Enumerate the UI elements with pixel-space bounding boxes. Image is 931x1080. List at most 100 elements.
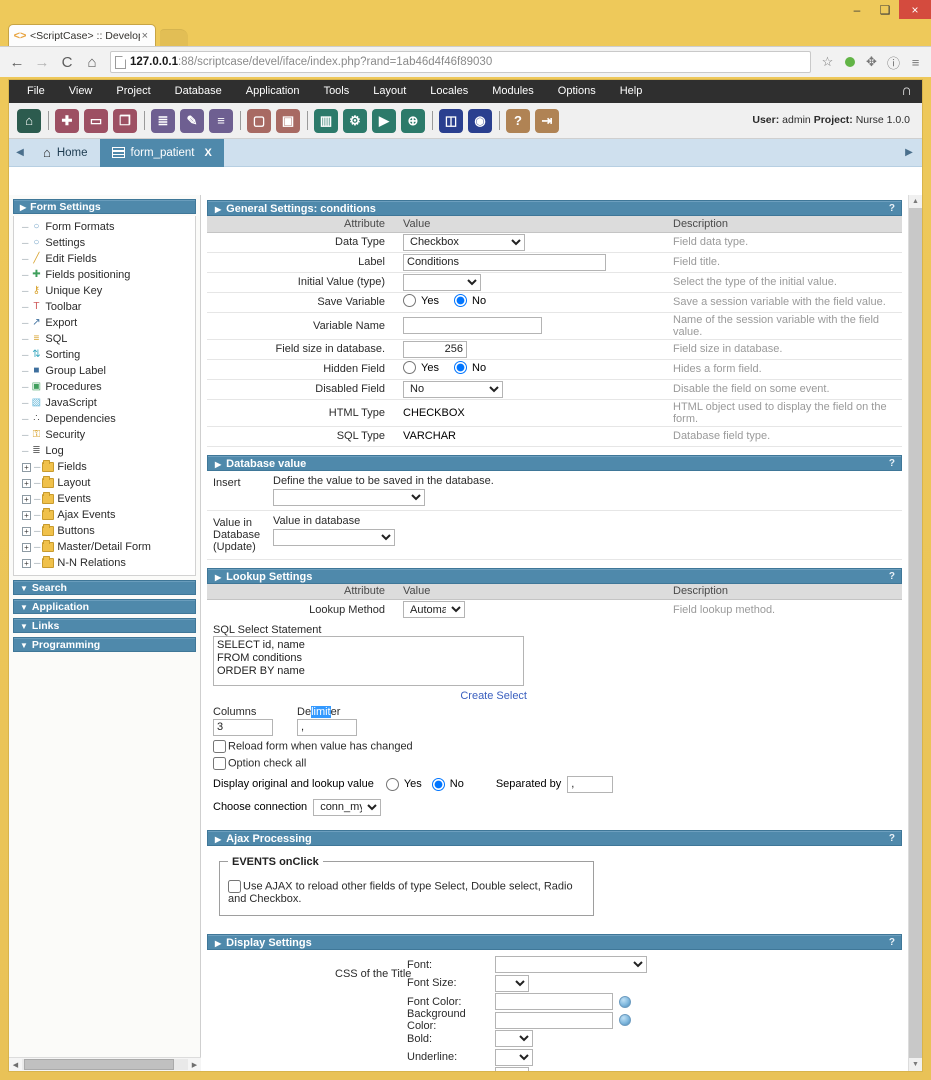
tree-item-form-formats[interactable]: ─ ○ Form Formats	[14, 219, 195, 235]
reload-icon[interactable]: C	[56, 51, 78, 73]
save-variable-no-radio[interactable]	[454, 294, 468, 307]
tree-item-group-label[interactable]: ─ ■ Group Label	[14, 363, 195, 379]
display-settings-header[interactable]: ▶ Display Settings ?	[207, 933, 902, 951]
insert-value-select[interactable]	[273, 488, 425, 506]
new-project-icon[interactable]: ≣	[151, 108, 175, 133]
tree-item-fields-positioning[interactable]: ─ ✚ Fields positioning	[14, 267, 195, 283]
columns-input[interactable]	[213, 718, 273, 736]
hidden-field-yes-radio[interactable]	[403, 361, 416, 374]
connection-select[interactable]: conn_mysql	[313, 798, 382, 816]
expand-plus-icon[interactable]: +	[22, 510, 31, 520]
help-icon[interactable]: ?	[889, 569, 895, 585]
expand-plus-icon[interactable]: +	[22, 494, 31, 504]
sql-select-statement-textarea[interactable]: SELECT id, name FROM conditions ORDER BY…	[213, 635, 524, 686]
sidebar-section-links[interactable]: ▼ Links	[13, 618, 196, 633]
extension-icon[interactable]: ✥	[862, 53, 881, 72]
menu-item-modules[interactable]: Modules	[480, 80, 546, 103]
document-copy-icon[interactable]: ▣	[276, 108, 300, 133]
save-icon[interactable]: ▥	[314, 108, 338, 133]
help-icon[interactable]: ?	[889, 935, 895, 951]
tree-item-unique-key[interactable]: ─ ⚷ Unique Key	[14, 283, 195, 299]
help-icon[interactable]: ?	[889, 456, 895, 472]
scrollbar-track[interactable]	[22, 1059, 188, 1070]
tree-item-events-folder[interactable]: + ─ Events	[14, 491, 195, 507]
tree-item-master-detail-folder[interactable]: + ─ Master/Detail Form	[14, 539, 195, 555]
tree-item-export[interactable]: ─ ↗ Export	[14, 315, 195, 331]
tree-item-fields-folder[interactable]: + ─ Fields	[14, 459, 195, 475]
font-color-input[interactable]	[495, 993, 613, 1011]
menu-item-view[interactable]: View	[57, 80, 105, 103]
hidden-field-no-radio[interactable]	[454, 361, 468, 374]
display-original-no-radio[interactable]	[431, 777, 445, 791]
option-check-all-checkbox[interactable]	[213, 756, 226, 770]
manual-icon[interactable]: ◫	[439, 108, 463, 133]
tree-item-nn-relations-folder[interactable]: + ─ N-N Relations	[14, 555, 195, 571]
logout-icon[interactable]: ⇥	[535, 108, 559, 133]
forward-button[interactable]: →	[31, 51, 53, 73]
field-size-input[interactable]	[403, 340, 467, 358]
menu-item-layout[interactable]: Layout	[361, 80, 418, 103]
scroll-down-icon[interactable]: ▼	[909, 1058, 922, 1071]
delimiter-input[interactable]	[297, 718, 357, 736]
menu-item-file[interactable]: File	[15, 80, 57, 103]
home-icon[interactable]: ⌂	[81, 51, 103, 73]
font-select[interactable]	[495, 956, 647, 974]
help-icon[interactable]: ?	[889, 201, 895, 217]
new-application-icon[interactable]: ✚	[55, 108, 79, 133]
tree-item-javascript[interactable]: ─ ▧ JavaScript	[14, 395, 195, 411]
lookup-settings-header[interactable]: ▶ Lookup Settings ?	[207, 567, 902, 585]
browser-menu-icon[interactable]: ≡	[906, 53, 925, 72]
color-picker-icon[interactable]	[619, 1014, 631, 1027]
run-icon[interactable]: ▶	[372, 108, 396, 133]
menu-item-locales[interactable]: Locales	[418, 80, 480, 103]
open-application-icon[interactable]: ▭	[84, 108, 108, 133]
bookmark-star-icon[interactable]: ☆	[818, 53, 837, 72]
tabs-scroll-right-icon[interactable]: ▶	[898, 139, 920, 167]
tree-item-dependencies[interactable]: ─ ∴ Dependencies	[14, 411, 195, 427]
content-vertical-scrollbar[interactable]: ▲ ▼	[908, 195, 922, 1071]
new-tab-button[interactable]	[160, 29, 188, 46]
expand-plus-icon[interactable]: +	[22, 478, 31, 488]
browser-tab-close-icon[interactable]: ×	[140, 30, 150, 42]
lookup-method-select[interactable]: Automatic	[403, 601, 465, 619]
disabled-field-select[interactable]: No	[403, 380, 503, 398]
ajax-reload-checkbox[interactable]	[228, 879, 241, 893]
project-list-icon[interactable]: ≡	[209, 108, 233, 133]
scroll-left-icon[interactable]: ◀	[9, 1061, 22, 1069]
browser-tab[interactable]: <> <ScriptCase> :: Developm ×	[8, 24, 156, 46]
label-input[interactable]	[403, 253, 606, 271]
tree-item-settings[interactable]: ─ ○ Settings	[14, 235, 195, 251]
menu-item-database[interactable]: Database	[163, 80, 234, 103]
tree-item-security[interactable]: ─ ⚿ Security	[14, 427, 195, 443]
database-value-header[interactable]: ▶ Database value ?	[207, 454, 902, 472]
tree-item-sql[interactable]: ─ ≡ SQL	[14, 331, 195, 347]
update-value-select[interactable]	[273, 528, 395, 546]
new-document-icon[interactable]: ▢	[247, 108, 271, 133]
tabs-scroll-left-icon[interactable]: ◀	[9, 139, 31, 167]
display-original-yes-radio[interactable]	[385, 777, 399, 791]
underline-select[interactable]	[495, 1048, 533, 1066]
create-select-link[interactable]: Create Select	[207, 690, 527, 702]
sidebar-section-search[interactable]: ▼ Search	[13, 580, 196, 595]
tab-close-icon[interactable]: X	[204, 147, 211, 159]
bold-select[interactable]	[495, 1030, 533, 1048]
background-color-input[interactable]	[495, 1011, 613, 1029]
edit-project-icon[interactable]: ✎	[180, 108, 204, 133]
ajax-processing-header[interactable]: ▶ Ajax Processing ?	[207, 829, 902, 846]
expand-plus-icon[interactable]: +	[22, 558, 31, 568]
address-bar[interactable]: 127.0.0.1:88/scriptcase/devel/iface/inde…	[110, 51, 811, 73]
home-icon[interactable]: ⌂	[17, 108, 41, 133]
tree-item-sorting[interactable]: ─ ⇅ Sorting	[14, 347, 195, 363]
help-icon[interactable]: ?	[506, 108, 530, 133]
menu-item-tools[interactable]: Tools	[312, 80, 362, 103]
data-type-select[interactable]: Checkbox	[403, 233, 525, 251]
settings-gear-icon[interactable]: ⚙	[343, 108, 367, 133]
variable-name-input[interactable]	[403, 317, 542, 334]
color-picker-icon[interactable]	[619, 995, 631, 1008]
tree-item-layout-folder[interactable]: + ─ Layout	[14, 475, 195, 491]
scrollbar-thumb[interactable]	[24, 1059, 174, 1070]
font-size-select[interactable]	[495, 974, 529, 992]
tab-home[interactable]: ⌂ Home	[31, 139, 100, 167]
tab-form-patient[interactable]: form_patient X	[99, 138, 224, 167]
menu-item-options[interactable]: Options	[546, 80, 608, 103]
